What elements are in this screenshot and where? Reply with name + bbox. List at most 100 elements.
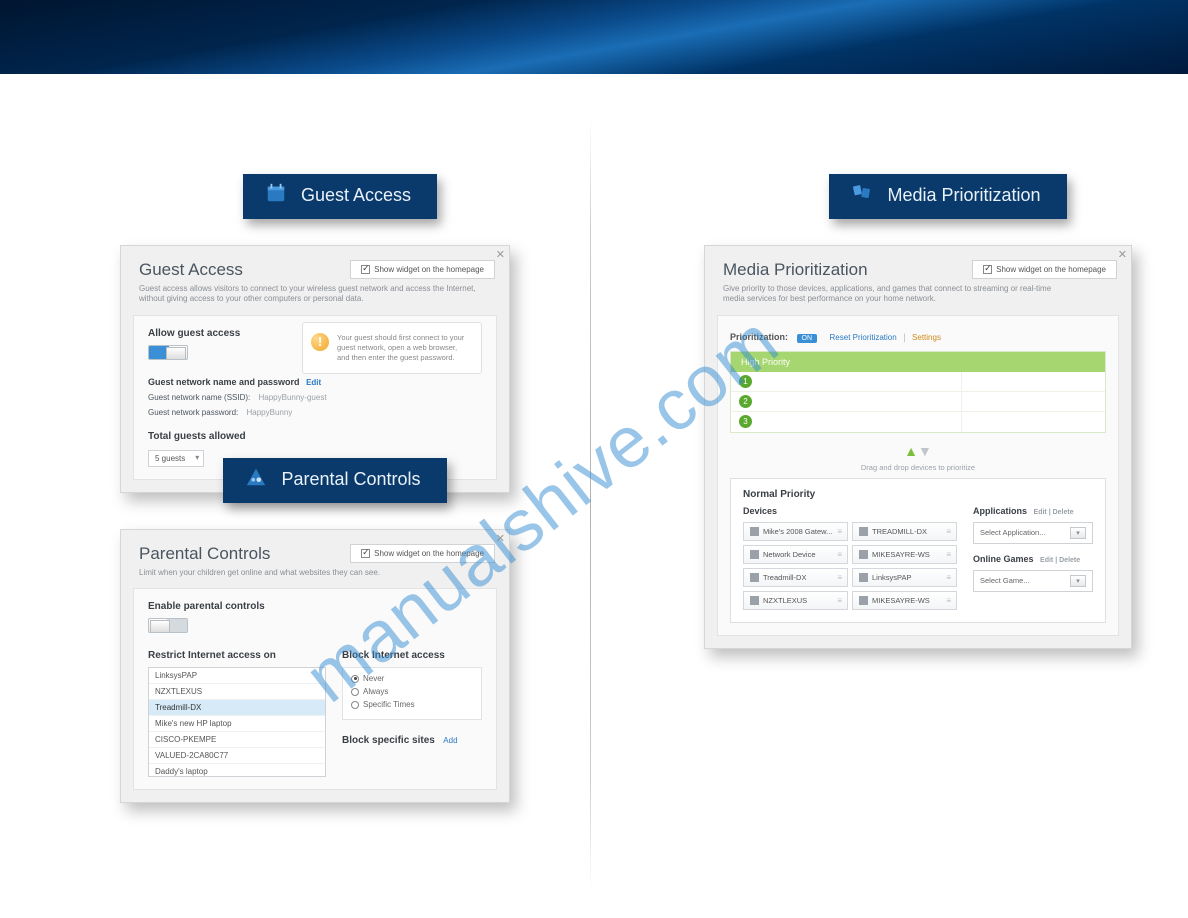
applications-links[interactable]: Edit | Delete — [1034, 509, 1074, 516]
right-column: Media Prioritization ✕ Media Prioritizat… — [618, 74, 1188, 918]
game-select-text: Select Game... — [980, 576, 1030, 585]
show-widget-checkbox[interactable]: Show widget on the homepage — [350, 260, 495, 279]
guest-access-banner: Guest Access — [243, 174, 437, 219]
guest-ssid-line: Guest network name (SSID): HappyBunny-gu… — [148, 393, 482, 402]
top-banner — [0, 0, 1188, 74]
grip-icon: ≡ — [946, 596, 950, 605]
arrow-down-icon: ▼ — [918, 443, 932, 459]
grip-icon: ≡ — [837, 550, 841, 559]
prioritization-on-badge[interactable]: ON — [797, 334, 818, 343]
high-priority-header: High Priority — [731, 352, 1105, 372]
priority-slot[interactable]: 2 — [731, 392, 1105, 412]
priority-slot[interactable]: 1 — [731, 372, 1105, 392]
prioritization-tabs: Prioritization: ON Reset Prioritization … — [730, 326, 1106, 351]
media-icon — [851, 182, 873, 209]
device-icon — [859, 596, 868, 605]
radio-icon — [351, 688, 359, 696]
media-prioritization-subtitle: Give priority to those devices, applicat… — [723, 284, 1063, 305]
guest-access-panel: ✕ Guest Access Guest access allows visit… — [120, 245, 510, 493]
slot-number: 3 — [739, 415, 752, 428]
list-item[interactable]: Daddy's laptop — [149, 764, 325, 777]
show-widget-label: Show widget on the homepage — [996, 265, 1106, 274]
game-select[interactable]: Select Game... ▾ — [973, 570, 1093, 592]
warning-icon: ! — [311, 333, 329, 351]
show-widget-label: Show widget on the homepage — [374, 549, 484, 558]
normal-priority-block: Normal Priority Devices Mike's 2008 Gate… — [730, 478, 1106, 623]
restrict-device-list[interactable]: LinksysPAP NZXTLEXUS Treadmill-DX Mike's… — [148, 667, 326, 777]
column-separator — [590, 114, 591, 894]
grip-icon: ≡ — [946, 550, 950, 559]
prioritization-label: Prioritization: — [730, 332, 788, 342]
enable-parental-toggle[interactable] — [148, 618, 188, 633]
check-icon — [983, 265, 992, 274]
parental-icon — [245, 466, 267, 493]
games-label: Online Games — [973, 554, 1034, 564]
left-column: Guest Access ✕ Guest Access Guest access… — [0, 74, 570, 918]
device-chip[interactable]: TREADMILL-DX≡ — [852, 522, 957, 541]
block-radio[interactable]: Always — [351, 687, 473, 696]
reset-prioritization-link[interactable]: Reset Prioritization — [830, 333, 897, 342]
application-select-text: Select Application... — [980, 528, 1045, 537]
device-icon — [750, 550, 759, 559]
high-priority-block: High Priority 1 2 3 — [730, 351, 1106, 433]
slot-number: 1 — [739, 375, 752, 388]
enable-parental-label: Enable parental controls — [148, 601, 482, 612]
parental-controls-panel: ✕ Parental Controls Limit when your chil… — [120, 529, 510, 803]
arrow-up-icon: ▲ — [904, 443, 918, 459]
device-chip[interactable]: Mike's 2008 Gatew...≡ — [743, 522, 848, 541]
device-icon — [750, 527, 759, 536]
show-widget-checkbox[interactable]: Show widget on the homepage — [972, 260, 1117, 279]
list-item[interactable]: LinksysPAP — [149, 668, 325, 684]
grip-icon: ≡ — [946, 527, 950, 536]
application-select[interactable]: Select Application... ▾ — [973, 522, 1093, 544]
list-item[interactable]: VALUED-2CA80C77 — [149, 748, 325, 764]
radio-icon — [351, 675, 359, 683]
device-chip[interactable]: NZXTLEXUS≡ — [743, 591, 848, 610]
device-icon — [859, 527, 868, 536]
media-prioritization-banner-label: Media Prioritization — [887, 185, 1040, 206]
device-chip[interactable]: Treadmill-DX≡ — [743, 568, 848, 587]
calendar-icon — [265, 182, 287, 209]
applications-label: Applications — [973, 506, 1027, 516]
radio-icon — [351, 701, 359, 709]
normal-priority-header: Normal Priority — [743, 489, 1093, 500]
settings-link[interactable]: Settings — [912, 333, 941, 342]
page-area: Guest Access ✕ Guest Access Guest access… — [0, 74, 1188, 918]
list-item[interactable]: NZXTLEXUS — [149, 684, 325, 700]
device-chip[interactable]: Network Device≡ — [743, 545, 848, 564]
block-access-label: Block Internet access — [342, 650, 482, 661]
dropdown-icon: ▾ — [1070, 575, 1086, 587]
device-icon — [859, 550, 868, 559]
show-widget-label: Show widget on the homepage — [374, 265, 484, 274]
guest-pw-line: Guest network password: HappyBunny — [148, 408, 482, 417]
guest-access-subtitle: Guest access allows visitors to connect … — [139, 284, 479, 305]
check-icon — [361, 549, 370, 558]
list-item[interactable]: Treadmill-DX — [149, 700, 325, 716]
device-grid: Mike's 2008 Gatew...≡ TREADMILL-DX≡ Netw… — [743, 522, 957, 610]
total-guests-label: Total guests allowed — [148, 431, 482, 442]
device-chip[interactable]: MIKESAYRE-WS≡ — [852, 545, 957, 564]
parental-controls-section: Parental Controls ✕ Parental Controls Li… — [120, 458, 510, 803]
device-icon — [750, 596, 759, 605]
media-prioritization-section: Media Prioritization ✕ Media Prioritizat… — [704, 174, 1132, 649]
edit-link[interactable]: Edit — [306, 378, 321, 387]
slot-number: 2 — [739, 395, 752, 408]
drag-hint: ▲▼ Drag and drop devices to prioritize — [730, 433, 1106, 478]
list-item[interactable]: CISCO-PKEMPE — [149, 732, 325, 748]
list-item[interactable]: Mike's new HP laptop — [149, 716, 325, 732]
allow-guest-toggle[interactable] — [148, 345, 188, 360]
guest-ssid-value: HappyBunny-guest — [259, 393, 327, 402]
parental-controls-banner: Parental Controls — [223, 458, 446, 503]
device-chip[interactable]: MIKESAYRE-WS≡ — [852, 591, 957, 610]
games-links[interactable]: Edit | Delete — [1040, 557, 1080, 564]
block-radio[interactable]: Specific Times — [351, 700, 473, 709]
device-chip[interactable]: LinksysPAP≡ — [852, 568, 957, 587]
device-icon — [859, 573, 868, 582]
add-link[interactable]: Add — [443, 736, 457, 745]
block-sites-label: Block specific sites — [342, 735, 435, 746]
priority-slot[interactable]: 3 — [731, 412, 1105, 432]
separator: | — [903, 332, 905, 342]
block-radio[interactable]: Never — [351, 674, 473, 683]
show-widget-checkbox[interactable]: Show widget on the homepage — [350, 544, 495, 563]
guest-access-banner-label: Guest Access — [301, 185, 411, 206]
